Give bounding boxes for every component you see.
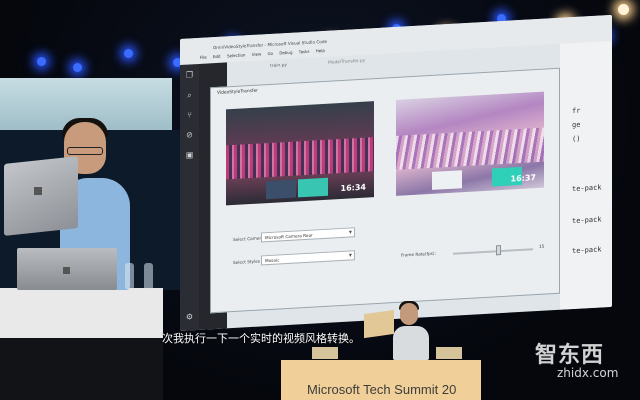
search-icon[interactable]: ⌕ <box>185 90 194 100</box>
windows-logo-icon <box>63 267 70 274</box>
tab-model-transfer[interactable]: ModelTransfer.py <box>328 59 365 66</box>
code-line: fr <box>572 106 581 116</box>
vscode-editor <box>560 40 612 310</box>
presenter2-laptop <box>364 309 394 339</box>
code-line: () <box>572 134 581 144</box>
video-subtitle: 次我执行一下一个实时的视频风格转换。 <box>162 332 360 345</box>
stage-light <box>73 63 82 72</box>
settings-icon[interactable]: ⚙ <box>185 312 194 322</box>
water-bottle <box>125 263 134 289</box>
vscode-activity-bar: ❐ ⌕ ⑂ ⊘ ▣ ⚙ <box>180 63 199 331</box>
frame-rate-slider-thumb[interactable] <box>496 245 501 256</box>
debug-icon[interactable]: ⊘ <box>185 130 194 140</box>
watermark-logo: 智东西 <box>535 343 605 368</box>
presenter2-head <box>400 303 418 325</box>
windows-logo-icon <box>34 187 42 195</box>
audience <box>396 127 544 170</box>
presenter2-body <box>393 326 429 360</box>
source-control-icon[interactable]: ⑂ <box>185 110 194 120</box>
styles-select[interactable]: Mosaic ▼ <box>261 250 355 266</box>
projection-screen: OmniVideoStyleTransfer - Microsoft Visua… <box>180 14 612 332</box>
audience <box>226 137 374 180</box>
menu-edit[interactable]: Edit <box>213 54 221 59</box>
code-line: te-pack <box>572 183 602 194</box>
stage-photo: OmniVideoStyleTransfer - Microsoft Visua… <box>0 0 640 400</box>
menu-view[interactable]: View <box>252 51 262 57</box>
code-line: ge <box>572 120 581 130</box>
code-line: te-pack <box>572 245 602 256</box>
stage-monitor <box>312 347 338 359</box>
podium <box>0 288 163 338</box>
stage-display <box>298 177 328 198</box>
stage-light <box>124 49 133 58</box>
presenter-glasses <box>67 147 103 155</box>
camera-select[interactable]: Microsoft Camera Rear ▼ <box>261 227 355 243</box>
video-style-transfer-window: VideoStyleTransfer 16:34 16:37 Select Ca… <box>210 67 560 314</box>
styled-output-preview: 16:37 <box>396 91 544 196</box>
menu-selection[interactable]: Selection <box>227 52 245 58</box>
styles-label: Select Styles <box>233 258 260 266</box>
stage-monitor <box>436 347 462 359</box>
vscode-titlebar: OmniVideoStyleTransfer - Microsoft Visua… <box>180 14 612 65</box>
preview-clock: 16:34 <box>340 182 366 194</box>
tab-train-py[interactable]: train.py <box>270 63 287 69</box>
frame-rate-value: 15 <box>539 243 545 249</box>
extensions-icon[interactable]: ▣ <box>185 150 194 160</box>
podium-base <box>0 338 163 400</box>
camera-label: Select Camera <box>233 235 264 243</box>
stage-light <box>37 57 46 66</box>
chevron-down-icon: ▼ <box>348 252 352 258</box>
app-title: VideoStyleTransfer <box>217 88 258 96</box>
stage-light <box>618 4 629 15</box>
stage-display <box>432 170 462 190</box>
camera-select-value: Microsoft Camera Rear <box>265 232 313 241</box>
stage-display <box>266 179 296 200</box>
watermark-url: zhidx.com <box>557 366 619 380</box>
files-icon[interactable]: ❐ <box>185 70 194 80</box>
water-bottle <box>144 263 153 289</box>
frame-rate-slider[interactable] <box>453 248 533 255</box>
menu-tasks[interactable]: Tasks <box>299 49 310 55</box>
output-clock: 16:37 <box>510 173 536 184</box>
held-laptop <box>4 156 78 236</box>
code-line: te-pack <box>572 215 602 226</box>
menu-go[interactable]: Go <box>268 51 274 56</box>
menu-help[interactable]: Help <box>316 48 325 54</box>
menu-file[interactable]: File <box>200 55 207 60</box>
camera-preview: 16:34 <box>226 101 374 206</box>
styles-select-value: Mosaic <box>265 257 280 264</box>
event-banner-text: Microsoft Tech Summit 20 <box>307 382 457 397</box>
menu-debug[interactable]: Debug <box>279 50 292 56</box>
frame-rate-label: Frame Rate(fps): <box>401 250 436 258</box>
chevron-down-icon: ▼ <box>348 229 352 235</box>
